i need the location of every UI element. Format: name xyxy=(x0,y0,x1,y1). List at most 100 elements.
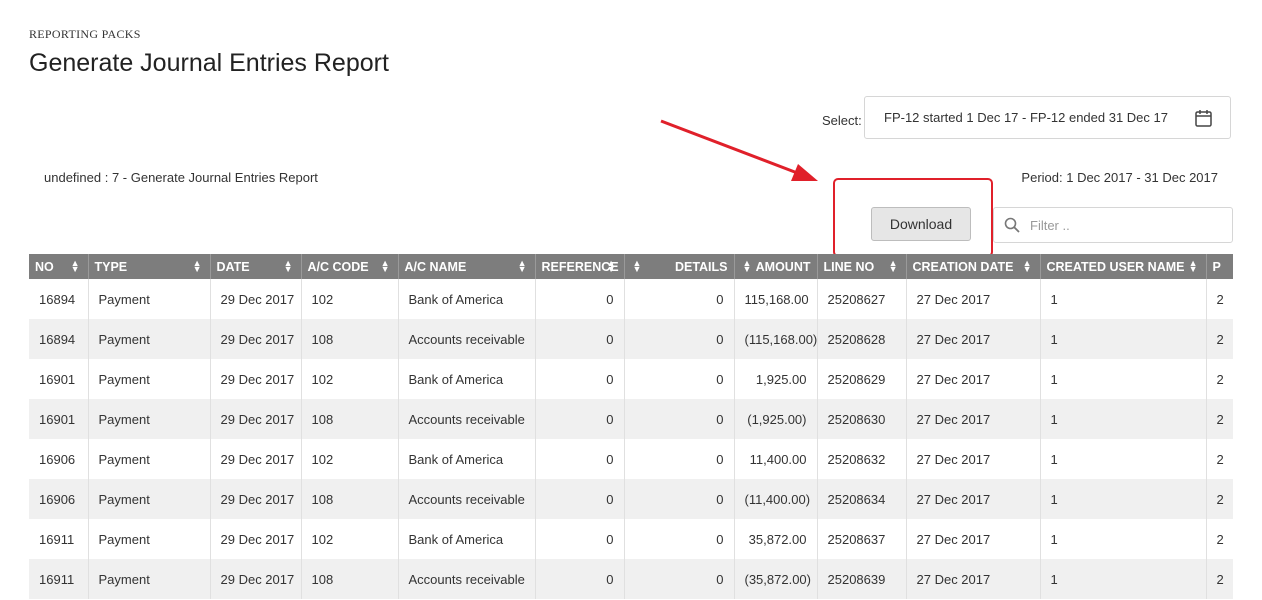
table-cell: 115,168.00 xyxy=(734,279,818,319)
period-select-label: Select: xyxy=(822,113,862,128)
table-cell: Bank of America xyxy=(398,439,536,479)
sort-icon[interactable]: ▲ ▼ xyxy=(633,259,642,274)
table-cell: (11,400.00) xyxy=(734,479,818,519)
table-cell: 0 xyxy=(535,479,625,519)
table-cell: (1,925.00) xyxy=(734,399,818,439)
table-cell: 2 xyxy=(1206,279,1233,319)
table-cell: 27 Dec 2017 xyxy=(906,439,1041,479)
sort-icon[interactable]: ▲ ▼ xyxy=(518,259,527,274)
table-row[interactable]: 16894 Payment 29 Dec 2017 102 Bank of Americ… xyxy=(29,279,1233,319)
table-cell: 29 Dec 2017 xyxy=(210,319,302,359)
table-cell: 16894 xyxy=(29,319,89,359)
column-header-p[interactable]: P xyxy=(1206,254,1233,279)
table-cell: 27 Dec 2017 xyxy=(906,519,1041,559)
table-cell: 0 xyxy=(535,519,625,559)
table-cell: Accounts receivable xyxy=(398,559,536,599)
column-header-ac-name[interactable]: A/C NAME ▲ ▼ xyxy=(398,254,536,279)
table-cell: 29 Dec 2017 xyxy=(210,559,302,599)
table-cell: 0 xyxy=(535,399,625,439)
table-cell: 16911 xyxy=(29,559,89,599)
table-cell: 2 xyxy=(1206,359,1233,399)
table-cell: 0 xyxy=(535,279,625,319)
table-cell: (115,168.00) xyxy=(734,319,818,359)
column-header-reference[interactable]: REFERENCE ▲ ▼ xyxy=(535,254,625,279)
table-cell: 2 xyxy=(1206,559,1233,599)
sort-icon[interactable]: ▲ ▼ xyxy=(193,259,202,274)
table-cell: Accounts receivable xyxy=(398,479,536,519)
period-select[interactable]: FP-12 started 1 Dec 17 - FP-12 ended 31 … xyxy=(864,96,1231,139)
table-cell: Accounts receivable xyxy=(398,399,536,439)
table-cell: 25208637 xyxy=(817,519,907,559)
table-cell: 1 xyxy=(1040,519,1207,559)
table-cell: 102 xyxy=(301,279,399,319)
column-header-date[interactable]: DATE ▲ ▼ xyxy=(210,254,302,279)
table-cell: Payment xyxy=(88,359,211,399)
filter-input[interactable] xyxy=(1028,216,1222,234)
table-row[interactable]: 16911 Payment 29 Dec 2017 102 Bank of Americ… xyxy=(29,519,1233,559)
column-header-type[interactable]: TYPE ▲ ▼ xyxy=(88,254,211,279)
column-header-no[interactable]: NO ▲ ▼ xyxy=(29,254,89,279)
table-cell: 0 xyxy=(624,479,735,519)
table-cell: 29 Dec 2017 xyxy=(210,359,302,399)
table-cell: 0 xyxy=(624,399,735,439)
sort-icon[interactable]: ▲ ▼ xyxy=(743,259,752,274)
table-cell: 0 xyxy=(624,519,735,559)
table-cell: Payment xyxy=(88,479,211,519)
column-header-amount[interactable]: ▲ ▼ AMOUNT xyxy=(734,254,818,279)
table-cell: 16894 xyxy=(29,279,89,319)
table-cell: 11,400.00 xyxy=(734,439,818,479)
table-cell: 0 xyxy=(624,279,735,319)
table-cell: 25208628 xyxy=(817,319,907,359)
table-row[interactable]: 16901 Payment 29 Dec 2017 108 Accounts recei… xyxy=(29,399,1233,439)
table-cell: 108 xyxy=(301,559,399,599)
sort-icon[interactable]: ▲ ▼ xyxy=(71,259,80,274)
table-cell: 1,925.00 xyxy=(734,359,818,399)
period-select-value: FP-12 started 1 Dec 17 - FP-12 ended 31 … xyxy=(884,110,1168,125)
sort-icon[interactable]: ▲ ▼ xyxy=(284,259,293,274)
table-cell: 16906 xyxy=(29,439,89,479)
table-cell: Bank of America xyxy=(398,359,536,399)
table-row[interactable]: 16906 Payment 29 Dec 2017 108 Accounts recei… xyxy=(29,479,1233,519)
table-row[interactable]: 16894 Payment 29 Dec 2017 108 Accounts recei… xyxy=(29,319,1233,359)
table-cell: Bank of America xyxy=(398,519,536,559)
table-cell: Payment xyxy=(88,439,211,479)
table-cell: Payment xyxy=(88,319,211,359)
page-title: Generate Journal Entries Report xyxy=(29,49,389,77)
column-header-created-user-name[interactable]: CREATED USER NAME ▲ ▼ xyxy=(1040,254,1207,279)
sort-icon[interactable]: ▲ ▼ xyxy=(889,259,898,274)
column-header-line-no[interactable]: LINE NO ▲ ▼ xyxy=(817,254,907,279)
download-button[interactable]: Download xyxy=(871,207,971,241)
table-cell: Payment xyxy=(88,559,211,599)
table-cell: 25208634 xyxy=(817,479,907,519)
table-cell: 25208632 xyxy=(817,439,907,479)
filter-box[interactable] xyxy=(993,207,1233,243)
table-cell: 102 xyxy=(301,519,399,559)
table-cell: 0 xyxy=(535,559,625,599)
calendar-icon[interactable] xyxy=(1195,109,1212,127)
table-cell: 2 xyxy=(1206,319,1233,359)
column-header-creation-date[interactable]: CREATION DATE ▲ ▼ xyxy=(906,254,1041,279)
table-cell: 108 xyxy=(301,319,399,359)
table-cell: 27 Dec 2017 xyxy=(906,279,1041,319)
column-header-ac-code[interactable]: A/C CODE ▲ ▼ xyxy=(301,254,399,279)
table-cell: 27 Dec 2017 xyxy=(906,399,1041,439)
table-cell: 27 Dec 2017 xyxy=(906,359,1041,399)
sort-icon[interactable]: ▲ ▼ xyxy=(607,259,616,274)
table-cell: 25208627 xyxy=(817,279,907,319)
column-header-details[interactable]: ▲ ▼ DETAILS xyxy=(624,254,735,279)
table-cell: 1 xyxy=(1040,319,1207,359)
table-cell: 0 xyxy=(535,439,625,479)
sort-icon[interactable]: ▲ ▼ xyxy=(381,259,390,274)
section-eyebrow: REPORTING PACKS xyxy=(29,27,141,41)
table-cell: 1 xyxy=(1040,559,1207,599)
table-cell: 102 xyxy=(301,439,399,479)
table-cell: Payment xyxy=(88,399,211,439)
sort-icon[interactable]: ▲ ▼ xyxy=(1023,259,1032,274)
table-cell: 2 xyxy=(1206,399,1233,439)
table-cell: Payment xyxy=(88,519,211,559)
table-row[interactable]: 16906 Payment 29 Dec 2017 102 Bank of Americ… xyxy=(29,439,1233,479)
table-row[interactable]: 16901 Payment 29 Dec 2017 102 Bank of Americ… xyxy=(29,359,1233,399)
table-row[interactable]: 16911 Payment 29 Dec 2017 108 Accounts recei… xyxy=(29,559,1233,599)
table-cell: 27 Dec 2017 xyxy=(906,319,1041,359)
sort-icon[interactable]: ▲ ▼ xyxy=(1189,259,1198,274)
